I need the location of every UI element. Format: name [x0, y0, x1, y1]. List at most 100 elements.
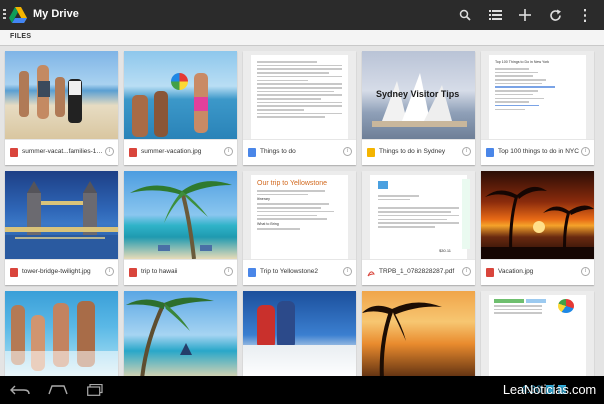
section-label: FILES — [10, 33, 32, 40]
drive-logo-icon[interactable] — [8, 5, 28, 25]
presentation-file-icon — [367, 148, 375, 157]
info-icon[interactable]: i — [581, 267, 590, 276]
file-tile[interactable]: Sydney Visitor Tips Things to do in Sydn… — [362, 51, 475, 165]
slide-title: Sydney Visitor Tips — [376, 89, 460, 99]
home-icon — [48, 385, 68, 395]
file-name: TRPB_1_0782828287.pdf — [379, 268, 455, 275]
refresh-button[interactable] — [540, 0, 570, 30]
file-tile[interactable]: summer-vacation.jpg i — [124, 51, 237, 165]
recent-apps-icon — [87, 384, 103, 396]
document-file-icon — [486, 148, 494, 157]
file-thumbnail — [124, 291, 237, 376]
recent-apps-button[interactable] — [80, 380, 110, 400]
file-tile[interactable] — [362, 291, 475, 376]
sunset-palm-graphic — [362, 302, 442, 376]
pdf-preview: $30.11 — [370, 175, 467, 259]
back-icon — [10, 385, 30, 395]
home-button[interactable] — [43, 380, 73, 400]
info-icon[interactable]: i — [105, 267, 114, 276]
file-thumbnail — [481, 171, 594, 259]
file-thumbnail — [243, 291, 356, 376]
spreadsheet-preview — [489, 295, 586, 376]
info-icon[interactable]: i — [224, 147, 233, 156]
info-icon[interactable]: i — [462, 147, 471, 156]
overflow-menu-icon — [584, 8, 586, 22]
doc-heading: Itinerary — [257, 197, 270, 202]
back-button[interactable] — [5, 380, 35, 400]
palm-beach-graphic — [126, 297, 214, 376]
file-name: Trip to Yellowstone2 — [260, 268, 318, 275]
file-tile[interactable]: trip to hawaii i — [124, 171, 237, 285]
file-thumbnail — [481, 291, 594, 376]
file-thumbnail: Top 100 Things to Do in New York — [481, 51, 594, 139]
image-file-icon — [10, 148, 18, 157]
info-icon[interactable]: i — [343, 147, 352, 156]
file-name: trip to hawaii — [141, 268, 178, 275]
file-name: Top 100 things to do in NYC — [498, 148, 579, 155]
file-name: Vacation.jpg — [498, 268, 534, 275]
file-tile[interactable]: tower-bridge-twilight.jpg i — [5, 171, 118, 285]
file-name: summer-vacat...families-1.jpg — [22, 148, 104, 155]
info-icon[interactable]: i — [105, 147, 114, 156]
search-icon — [459, 9, 471, 21]
doc-title: Top 100 Things to Do in New York — [495, 60, 550, 64]
pdf-file-icon — [367, 271, 375, 277]
file-tile[interactable]: Our trip to Yellowstone Itinerary What t… — [243, 171, 356, 285]
refresh-icon — [549, 9, 561, 21]
file-tile[interactable]: $30.11 TRPB_1_0782828287.pdf i — [362, 171, 475, 285]
document-preview — [251, 55, 348, 139]
doc-title: Our trip to Yellowstone — [257, 180, 328, 187]
file-thumbnail: $30.11 — [362, 171, 475, 259]
list-view-button[interactable] — [480, 0, 510, 30]
search-button[interactable] — [450, 0, 480, 30]
app-title: My Drive — [33, 8, 79, 20]
file-caption: summer-vacation.jpg i — [124, 139, 237, 165]
file-tile[interactable] — [5, 291, 118, 376]
file-tile[interactable]: Things to do i — [243, 51, 356, 165]
file-tile[interactable] — [481, 291, 594, 376]
image-file-icon — [10, 268, 18, 277]
image-file-icon — [129, 148, 137, 157]
list-view-icon — [488, 10, 502, 20]
file-thumbnail — [124, 51, 237, 139]
file-tile[interactable] — [243, 291, 356, 376]
file-name: tower-bridge-twilight.jpg — [22, 268, 91, 275]
watermark: LeaNoticias.com — [502, 382, 596, 397]
palm-tree-graphic — [130, 181, 232, 259]
file-caption: Top 100 things to do in NYC i — [481, 139, 594, 165]
file-tile[interactable]: Top 100 Things to Do in New York Top 100… — [481, 51, 594, 165]
file-caption: Things to do in Sydney i — [362, 139, 475, 165]
file-thumbnail — [124, 171, 237, 259]
file-thumbnail — [243, 51, 356, 139]
info-icon[interactable]: i — [343, 267, 352, 276]
image-file-icon — [486, 268, 494, 277]
document-file-icon — [248, 268, 256, 277]
files-section-header: FILES — [0, 30, 604, 46]
document-preview: Top 100 Things to Do in New York — [489, 55, 586, 139]
doc-heading: What to Bring — [257, 221, 279, 226]
file-name: Things to do in Sydney — [379, 148, 446, 155]
file-tile[interactable]: summer-vacat...families-1.jpg i — [5, 51, 118, 165]
overflow-menu-button[interactable] — [570, 0, 600, 30]
add-icon — [519, 9, 531, 21]
file-tile[interactable]: Vacation.jpg i — [481, 171, 594, 285]
info-icon[interactable]: i — [462, 267, 471, 276]
file-name: summer-vacation.jpg — [141, 148, 202, 155]
info-icon[interactable]: i — [581, 147, 590, 156]
file-tile[interactable] — [124, 291, 237, 376]
file-thumbnail: Our trip to Yellowstone Itinerary What t… — [243, 171, 356, 259]
file-grid: summer-vacat...families-1.jpg i summer-v… — [0, 46, 604, 376]
document-file-icon — [248, 148, 256, 157]
file-thumbnail: Sydney Visitor Tips — [362, 51, 475, 139]
action-bar: My Drive — [0, 0, 604, 30]
file-caption: tower-bridge-twilight.jpg i — [5, 259, 118, 285]
file-caption: Things to do i — [243, 139, 356, 165]
file-name: Things to do — [260, 148, 296, 155]
menu-icon[interactable] — [3, 9, 6, 21]
image-file-icon — [129, 268, 137, 277]
info-icon[interactable]: i — [224, 267, 233, 276]
file-thumbnail — [5, 171, 118, 259]
file-caption: Vacation.jpg i — [481, 259, 594, 285]
add-button[interactable] — [510, 0, 540, 30]
file-caption: summer-vacat...families-1.jpg i — [5, 139, 118, 165]
